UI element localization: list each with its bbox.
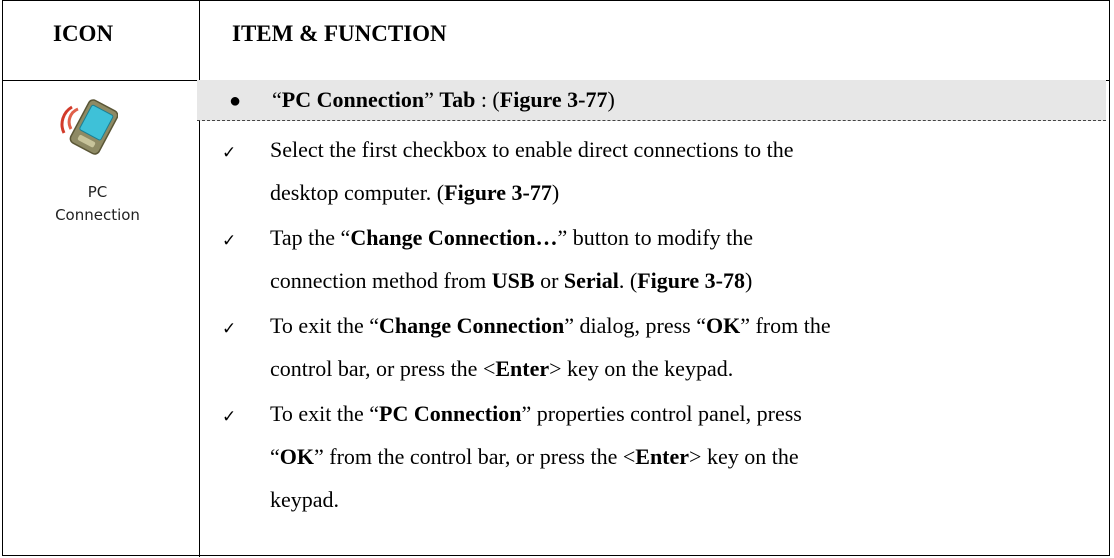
item3-line2: control bar, or press the <Enter> key on…	[270, 356, 734, 381]
pc-connection-icon	[60, 99, 118, 155]
checkmark-icon: ✓	[222, 319, 237, 338]
item4-line1: To exit the “PC Connection” properties c…	[270, 401, 802, 426]
item3-line1: To exit the “Change Connection” dialog, …	[270, 313, 831, 338]
icon-column-header: ICON	[53, 21, 114, 46]
item2-line2: connection method from USB or Serial. (F…	[270, 268, 753, 293]
checkmark-icon: ✓	[222, 407, 237, 426]
tab-heading: “PC Connection” Tab : (Figure 3-77)	[272, 87, 615, 112]
icon-label-pc: PC	[87, 183, 108, 201]
tab-row: ● “PC Connection” Tab : (Figure 3-77)	[197, 80, 1106, 121]
item4-line3: keypad.	[270, 487, 340, 512]
icon-label-connection: Connection	[55, 206, 140, 224]
item2-line1: Tap the “Change Connection…” button to m…	[270, 225, 754, 250]
bullet-icon: ●	[229, 90, 242, 112]
checkmark-icon: ✓	[222, 231, 237, 250]
item1-line1: Select the first checkbox to enable dire…	[270, 137, 794, 162]
checkmark-icon: ✓	[222, 143, 237, 162]
item1-line2: desktop computer. (Figure 3-77)	[270, 180, 560, 205]
item4-line2: “OK” from the control bar, or press the …	[270, 444, 799, 469]
item-function-column-header: ITEM & FUNCTION	[232, 21, 447, 46]
